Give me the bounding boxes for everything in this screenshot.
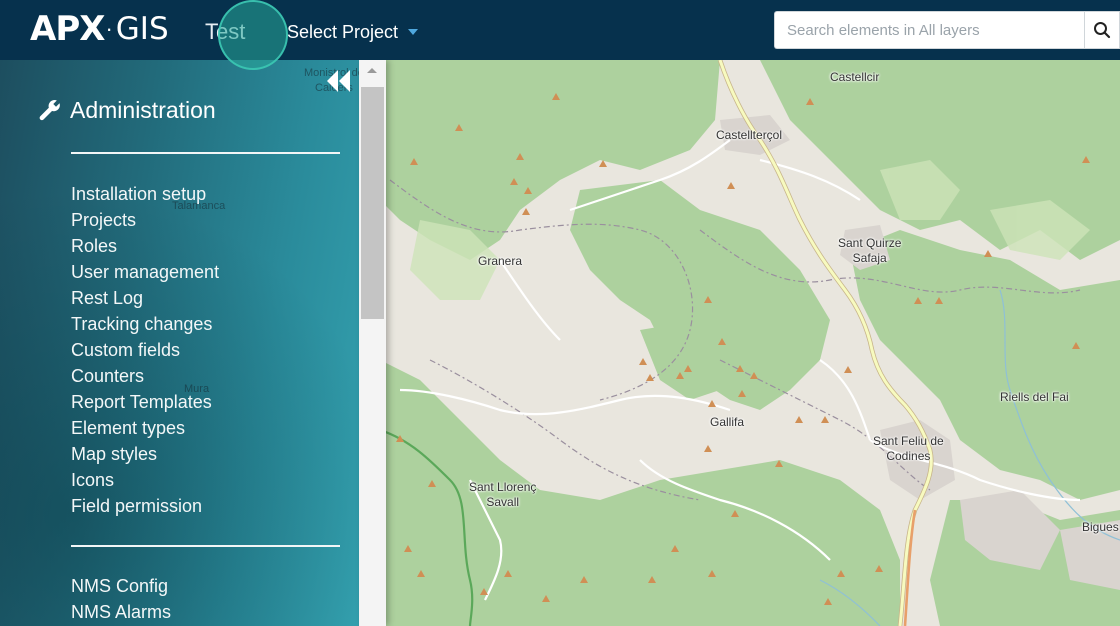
logo-apx-text: APX (30, 9, 105, 49)
menu-item-counters[interactable]: Counters (71, 363, 219, 389)
menu-divider (71, 545, 340, 547)
menu-item-nms-alarms[interactable]: NMS Alarms (71, 599, 171, 625)
search-input[interactable] (774, 11, 1084, 49)
scrollbar-thumb[interactable] (361, 87, 384, 319)
menu-item-tracking-changes[interactable]: Tracking changes (71, 311, 219, 337)
select-project-label: Select Project (287, 22, 399, 42)
menu-item-roles[interactable]: Roles (71, 233, 219, 259)
place-label-riells-del-fai: Riells del Fai (1000, 390, 1069, 404)
logo-gis-text: GIS (115, 11, 169, 47)
place-label-gallifa: Gallifa (710, 415, 745, 429)
apxgis-logo[interactable]: APX · GIS (30, 8, 169, 50)
caret-down-icon (408, 29, 419, 35)
menu-item-field-permission[interactable]: Field permission (71, 493, 219, 519)
scroll-up-arrow-icon[interactable] (367, 68, 377, 73)
menu-item-rest-log[interactable]: Rest Log (71, 285, 219, 311)
place-label-sant-llorenc-savall: Sant Llorenç Savall (469, 480, 537, 509)
wrench-icon (39, 100, 60, 121)
search-bar (774, 11, 1120, 49)
menu-item-user-management[interactable]: User management (71, 259, 219, 285)
menu-item-report-templates[interactable]: Report Templates (71, 389, 219, 415)
menu-item-custom-fields[interactable]: Custom fields (71, 337, 219, 363)
search-icon (1094, 22, 1111, 39)
admin-menu-nms: NMS Config NMS Alarms (71, 573, 171, 625)
sidebar-scrollbar[interactable] (359, 60, 386, 626)
logo-dot: · (105, 16, 113, 41)
click-indicator (218, 0, 288, 70)
select-project-dropdown[interactable]: Select Project (287, 20, 419, 44)
menu-item-projects[interactable]: Projects (71, 207, 219, 233)
sidebar-title-text: Administration (70, 97, 216, 123)
menu-item-installation-setup[interactable]: Installation setup (71, 181, 219, 207)
sidebar-title: Administration (38, 96, 216, 124)
menu-item-icons[interactable]: Icons (71, 467, 219, 493)
place-label-castelltercol: Castellterçol (716, 128, 783, 142)
place-label-bigues: Bigues (1082, 520, 1119, 534)
menu-item-nms-config[interactable]: NMS Config (71, 573, 171, 599)
place-label-castellcir: Castellcir (830, 70, 880, 84)
top-navbar: APX · GIS Test Select Project (0, 0, 1120, 70)
place-label-sant-feliu-de-codines: Sant Feliu de Codines (873, 434, 944, 463)
admin-sidebar: Talamanca Mura Monistrol de Calders Admi… (0, 60, 359, 626)
place-label-sant-quirze-safaja: Sant Quirze Safaja (838, 236, 902, 265)
search-button[interactable] (1084, 11, 1120, 49)
collapse-sidebar-button[interactable] (324, 66, 354, 96)
admin-menu-primary: Installation setup Projects Roles User m… (71, 181, 219, 519)
menu-item-element-types[interactable]: Element types (71, 415, 219, 441)
place-label-granera: Granera (478, 254, 523, 268)
menu-item-map-styles[interactable]: Map styles (71, 441, 219, 467)
double-chevron-left-icon (327, 70, 350, 92)
menu-divider (71, 152, 340, 154)
